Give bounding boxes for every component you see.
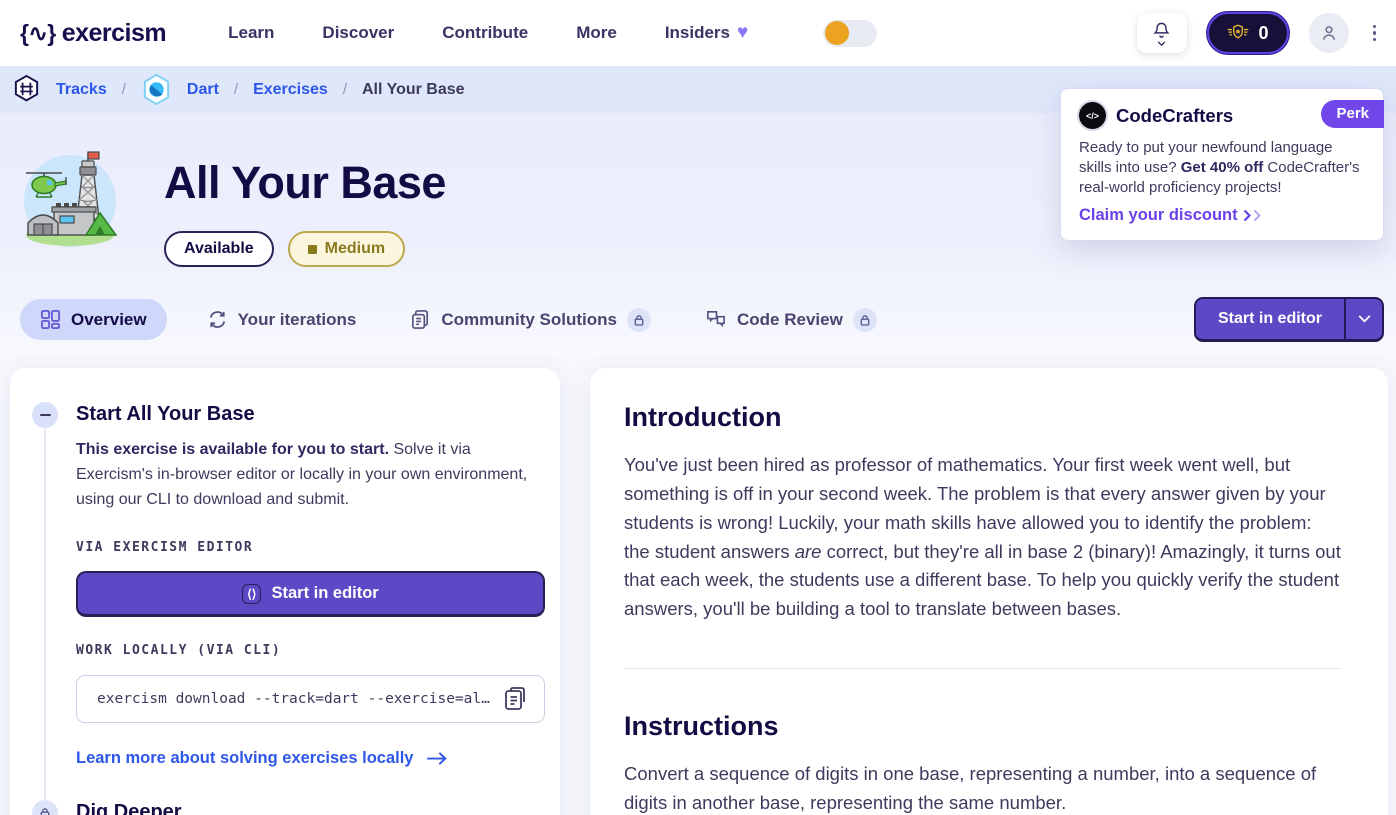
overview-grid-icon xyxy=(40,309,61,330)
introduction-paragraph: You've just been hired as professor of m… xyxy=(624,451,1342,624)
dart-track-icon xyxy=(141,73,172,106)
status-badge: Available xyxy=(164,231,274,267)
code-review-bubbles-icon xyxy=(705,309,727,330)
current-step-marker xyxy=(32,402,58,428)
tracks-hexagon-icon xyxy=(12,74,41,105)
bell-chevron-down-icon xyxy=(1157,41,1166,46)
dash-icon xyxy=(40,414,51,417)
purple-heart-icon: ♥ xyxy=(737,22,748,44)
page-title: All Your Base xyxy=(164,157,446,209)
nav-right-cluster: 0 xyxy=(823,12,1381,54)
main-nav: Learn Discover Contribute More Insiders … xyxy=(228,22,748,44)
start-in-editor-split-button[interactable]: Start in editor xyxy=(1194,297,1384,342)
codecrafters-logo-icon: </> xyxy=(1079,102,1106,129)
reputation-pill[interactable]: 0 xyxy=(1207,12,1289,54)
tab-overview[interactable]: Overview xyxy=(20,299,167,340)
section-divider xyxy=(624,668,1342,669)
lock-icon xyxy=(40,807,50,815)
exercism-logo-icon: {∿} xyxy=(20,20,56,47)
bell-icon xyxy=(1152,21,1171,40)
difficulty-badge: Medium xyxy=(288,231,405,267)
breadcrumb-separator: / xyxy=(343,81,347,98)
tab-community-solutions[interactable]: Community Solutions xyxy=(396,298,665,342)
cli-command-text: exercism download --track=dart --exercis… xyxy=(97,691,490,707)
chevron-right-icon xyxy=(1253,209,1262,222)
step-title: Dig Deeper xyxy=(76,800,532,815)
locked-step-marker xyxy=(32,800,58,815)
lock-icon xyxy=(634,314,644,326)
editor-code-icon: ⟨⟩ xyxy=(242,584,261,604)
introduction-heading: Introduction xyxy=(624,402,1342,433)
toggle-knob xyxy=(825,21,849,45)
breadcrumb-tracks-link[interactable]: Tracks xyxy=(56,81,107,99)
breadcrumb-separator: / xyxy=(234,81,238,98)
exercise-illustration-military-base xyxy=(20,149,120,249)
via-editor-label: VIA EXERCISM EDITOR xyxy=(76,540,545,555)
breadcrumb-current-page: All Your Base xyxy=(362,81,465,99)
nav-item-discover[interactable]: Discover xyxy=(322,22,394,44)
overflow-menu-button[interactable] xyxy=(1369,21,1381,46)
locked-badge xyxy=(853,308,877,332)
perk-brand-name: CodeCrafters xyxy=(1116,105,1233,127)
exercise-steps-panel: Start All Your Base This exercise is ava… xyxy=(10,368,560,815)
person-icon xyxy=(1319,23,1339,43)
chevron-down-icon xyxy=(1358,315,1371,323)
reputation-badge-icon xyxy=(1226,23,1250,43)
chevron-right-icon xyxy=(1243,209,1252,222)
arrow-right-icon xyxy=(425,751,448,766)
start-options-dropdown[interactable] xyxy=(1344,299,1382,339)
breadcrumb-exercises-link[interactable]: Exercises xyxy=(253,81,328,99)
cli-command-box: exercism download --track=dart --exercis… xyxy=(76,675,545,723)
claim-discount-link[interactable]: Claim your discount xyxy=(1079,206,1365,225)
reputation-count: 0 xyxy=(1258,23,1268,44)
step-title: Start All Your Base xyxy=(76,402,545,426)
notifications-button[interactable] xyxy=(1137,13,1187,53)
codecrafters-perk-card: </> CodeCrafters Perk Ready to put your … xyxy=(1060,88,1384,241)
start-in-editor-card-button[interactable]: ⟨⟩ Start in editor xyxy=(76,571,545,617)
exercism-logo-text: exercism xyxy=(62,19,166,48)
copy-command-button[interactable] xyxy=(500,683,530,715)
nav-item-insiders[interactable]: Insiders ♥ xyxy=(665,22,748,44)
perk-description: Ready to put your newfound language skil… xyxy=(1079,138,1365,197)
tab-code-review[interactable]: Code Review xyxy=(691,298,891,342)
user-avatar[interactable] xyxy=(1309,13,1349,53)
tab-your-iterations[interactable]: Your iterations xyxy=(193,299,371,340)
instructions-paragraph: Convert a sequence of digits in one base… xyxy=(624,760,1342,815)
perk-badge: Perk xyxy=(1321,100,1384,128)
difficulty-square-icon xyxy=(308,245,317,254)
start-in-editor-button[interactable]: Start in editor xyxy=(1196,299,1344,339)
instructions-heading: Instructions xyxy=(624,711,1342,742)
nav-item-learn[interactable]: Learn xyxy=(228,22,274,44)
exercism-logo[interactable]: {∿} exercism xyxy=(20,19,166,48)
step-dig-deeper[interactable]: Dig Deeper xyxy=(32,800,532,815)
breadcrumb-separator: / xyxy=(122,81,126,98)
exercise-tabs: Overview Your iterations Community Solut… xyxy=(20,297,1384,342)
theme-toggle[interactable] xyxy=(823,20,877,47)
content-area: Start All Your Base This exercise is ava… xyxy=(0,356,1396,815)
locked-badge xyxy=(627,308,651,332)
learn-more-local-link[interactable]: Learn more about solving exercises local… xyxy=(76,749,545,768)
breadcrumb-dart-link[interactable]: Dart xyxy=(187,81,219,99)
iterations-cycle-icon xyxy=(207,309,228,330)
step-start-exercise: Start All Your Base This exercise is ava… xyxy=(32,402,532,768)
nav-item-more[interactable]: More xyxy=(576,22,617,44)
step-description: This exercise is available for you to st… xyxy=(76,437,545,512)
top-navigation: {∿} exercism Learn Discover Contribute M… xyxy=(0,0,1396,66)
community-solutions-docs-icon xyxy=(410,309,431,330)
clipboard-copy-icon xyxy=(502,685,528,713)
lock-icon xyxy=(860,314,870,326)
work-locally-label: WORK LOCALLY (VIA CLI) xyxy=(76,643,545,658)
exercise-description-panel: Introduction You've just been hired as p… xyxy=(590,368,1388,815)
nav-item-contribute[interactable]: Contribute xyxy=(442,22,528,44)
